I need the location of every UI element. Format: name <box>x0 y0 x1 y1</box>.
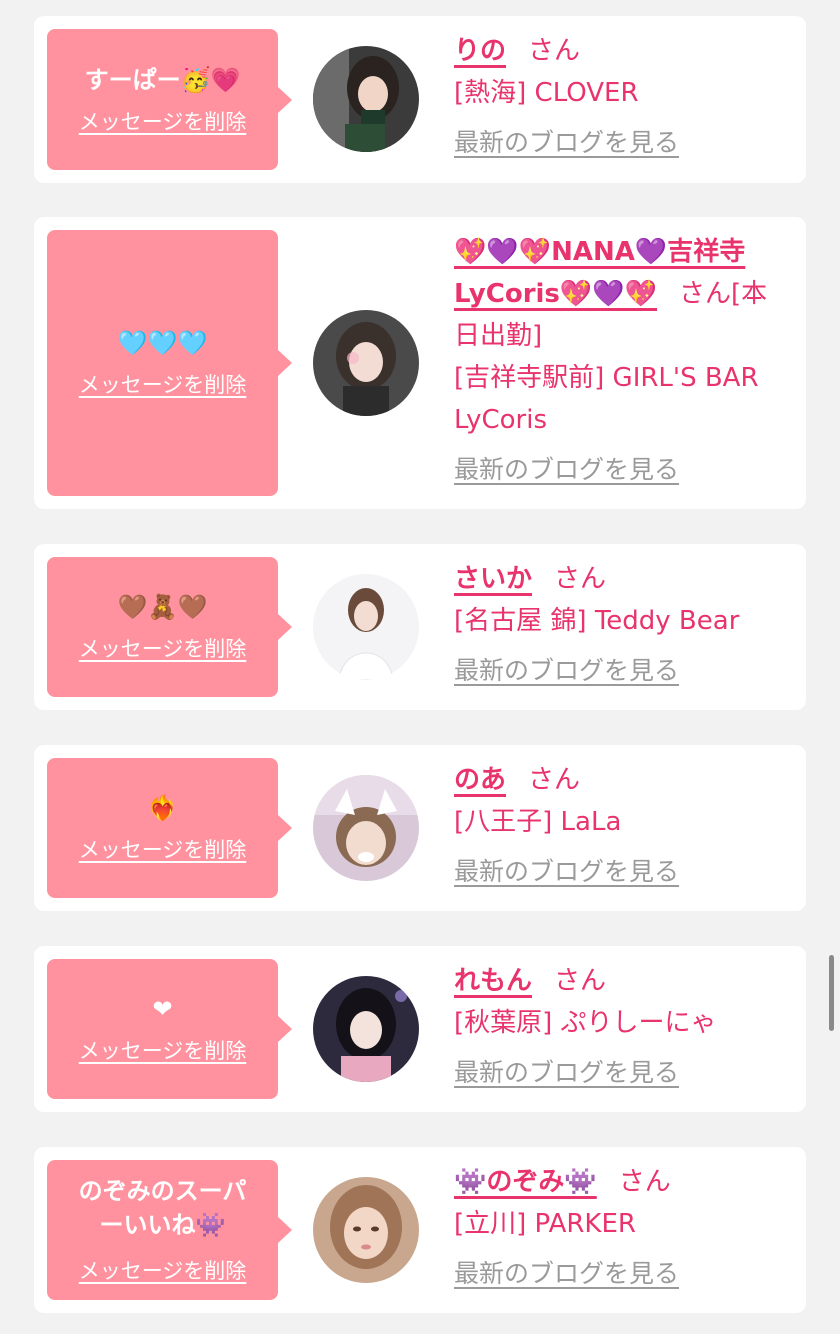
shop-name: [秋葉原] ぷりしーにゃ <box>454 1008 717 1038</box>
cast-name-link[interactable]: 👾のぞみ👾 <box>454 1167 597 1197</box>
message-text: のぞみのスーパーいいね👾 <box>78 1177 247 1239</box>
delete-message-link[interactable]: メッセージを削除 <box>79 370 247 400</box>
message-card: のぞみのスーパーいいね👾 メッセージを削除 👾のぞみ👾 さん [立川] PARKE… <box>34 1147 806 1313</box>
cast-name-link[interactable]: りの <box>454 36 506 66</box>
avatar[interactable] <box>313 775 419 881</box>
shop-name: [吉祥寺駅前] GIRL'S BAR LyCoris <box>454 363 759 435</box>
message-bubble: ❤ メッセージを削除 <box>47 959 292 1099</box>
avatar[interactable] <box>313 310 419 416</box>
message-card: すーぱー🥳💗 メッセージを削除 りの さん [熱海] CLOVER 最新のブログを… <box>34 16 806 183</box>
latest-blog-link[interactable]: 最新のブログを見る <box>454 1052 679 1094</box>
cast-info: りの さん [熱海] CLOVER 最新のブログを見る <box>454 30 780 164</box>
message-text: すーぱー🥳💗 <box>84 65 241 94</box>
scrollbar[interactable] <box>829 955 834 1031</box>
message-text: ❤ <box>152 995 173 1023</box>
message-card: 🩵🩵🩵 メッセージを削除 💖💜💖NANA💜吉祥寺LyCoris💖💜💖 さん[本日出… <box>34 217 806 509</box>
message-card: ❤ メッセージを削除 れもん さん [秋葉原] ぷりしーにゃ 最新のブログを見る <box>34 946 806 1112</box>
cast-info: のあ さん [八王子] LaLa 最新のブログを見る <box>454 759 780 893</box>
cast-name-link[interactable]: のあ <box>454 765 506 795</box>
cast-info: 👾のぞみ👾 さん [立川] PARKER 最新のブログを見る <box>454 1161 780 1295</box>
cast-info: さいか さん [名古屋 錦] Teddy Bear 最新のブログを見る <box>454 558 780 692</box>
message-bubble: ❤️‍🔥 メッセージを削除 <box>47 758 292 898</box>
honorific: さん <box>554 966 607 996</box>
cast-info: れもん さん [秋葉原] ぷりしーにゃ 最新のブログを見る <box>454 960 780 1094</box>
message-card: ❤️‍🔥 メッセージを削除 のあ さん [八王子] LaLa 最新のブログを見る <box>34 745 806 911</box>
cast-info: 💖💜💖NANA💜吉祥寺LyCoris💖💜💖 さん[本日出勤] [吉祥寺駅前] GI… <box>454 231 780 491</box>
message-card: 🤎🧸🤎 メッセージを削除 さいか さん [名古屋 錦] Teddy Bear 最新… <box>34 544 806 710</box>
delete-message-link[interactable]: メッセージを削除 <box>79 1036 247 1066</box>
delete-message-link[interactable]: メッセージを削除 <box>79 107 247 137</box>
message-bubble: のぞみのスーパーいいね👾 メッセージを削除 <box>47 1160 292 1300</box>
latest-blog-link[interactable]: 最新のブログを見る <box>454 650 679 692</box>
shop-name: [八王子] LaLa <box>454 807 622 837</box>
message-text: 🩵🩵🩵 <box>117 329 208 357</box>
shop-name: [名古屋 錦] Teddy Bear <box>454 606 740 636</box>
shop-name: [熱海] CLOVER <box>454 78 639 108</box>
cast-name-link[interactable]: れもん <box>454 966 532 996</box>
message-list: すーぱー🥳💗 メッセージを削除 りの さん [熱海] CLOVER 最新のブログを… <box>0 0 840 1334</box>
honorific: さん <box>528 765 581 795</box>
latest-blog-link[interactable]: 最新のブログを見る <box>454 449 679 491</box>
message-bubble: すーぱー🥳💗 メッセージを削除 <box>47 29 292 170</box>
latest-blog-link[interactable]: 最新のブログを見る <box>454 1253 679 1295</box>
avatar[interactable] <box>313 574 419 680</box>
cast-name-link[interactable]: さいか <box>454 564 532 594</box>
shop-name: [立川] PARKER <box>454 1209 636 1239</box>
message-text: ❤️‍🔥 <box>147 794 178 822</box>
avatar[interactable] <box>313 1177 419 1283</box>
message-bubble: 🩵🩵🩵 メッセージを削除 <box>47 230 292 496</box>
message-bubble: 🤎🧸🤎 メッセージを削除 <box>47 557 292 697</box>
avatar[interactable] <box>313 46 419 152</box>
latest-blog-link[interactable]: 最新のブログを見る <box>454 851 679 893</box>
honorific: さん <box>618 1167 671 1197</box>
delete-message-link[interactable]: メッセージを削除 <box>79 835 247 865</box>
avatar[interactable] <box>313 976 419 1082</box>
message-text: 🤎🧸🤎 <box>117 593 208 621</box>
honorific: さん <box>554 564 607 594</box>
delete-message-link[interactable]: メッセージを削除 <box>79 1256 247 1286</box>
latest-blog-link[interactable]: 最新のブログを見る <box>454 122 679 164</box>
honorific: さん <box>528 36 581 66</box>
delete-message-link[interactable]: メッセージを削除 <box>79 634 247 664</box>
